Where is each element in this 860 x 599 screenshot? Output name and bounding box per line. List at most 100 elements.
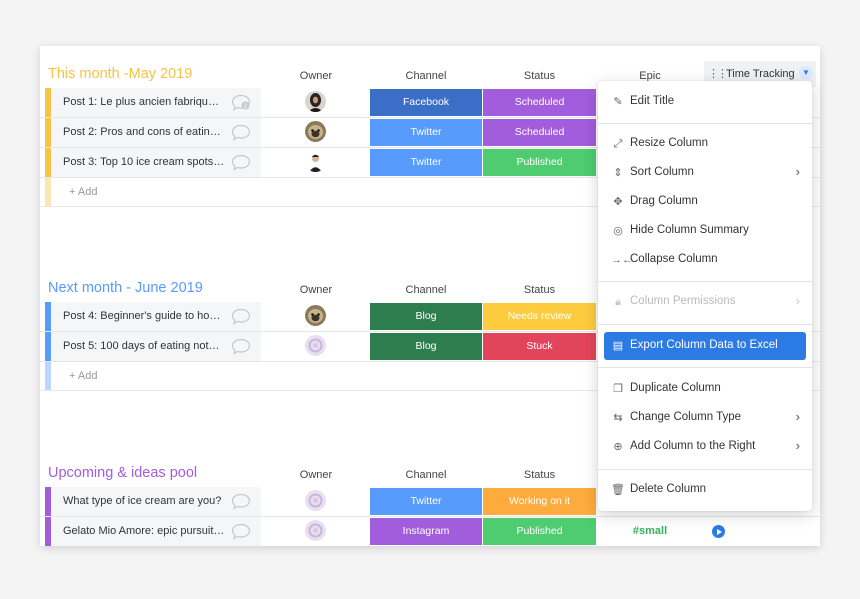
item-name[interactable]: What type of ice cream are you? (63, 495, 225, 507)
owner-cell[interactable] (261, 148, 369, 177)
column-header-channel[interactable]: Channel (370, 284, 482, 296)
menu-item-add-column-right[interactable]: ⊕ Add Column to the Right › (604, 433, 806, 461)
group-title[interactable]: Upcoming & ideas pool (48, 465, 197, 481)
menu-divider (598, 324, 812, 325)
status-cell[interactable]: Working on it (483, 488, 596, 515)
item-name[interactable]: Post 5: 100 days of eating nothing but i… (63, 340, 225, 352)
comment-bubble-icon[interactable] (231, 154, 251, 176)
menu-item-export-column-data[interactable]: ▤ Export Column Data to Excel (604, 332, 806, 360)
owner-cell[interactable] (261, 332, 369, 361)
owner-cell[interactable] (261, 487, 369, 516)
menu-item-label: Hide Column Summary (630, 224, 749, 236)
clipboard-icon: ❐ (613, 383, 623, 395)
menu-item-sort-column[interactable]: ⇕ Sort Column › (604, 159, 806, 187)
channel-cell[interactable]: Blog (370, 303, 482, 330)
channel-cell[interactable]: Instagram (370, 518, 482, 545)
item-name-cell[interactable]: What type of ice cream are you? (51, 487, 261, 516)
channel-cell[interactable]: Blog (370, 333, 482, 360)
time-tracking-cell[interactable] (704, 517, 816, 546)
channel-cell[interactable]: Twitter (370, 119, 482, 146)
owner-cell[interactable] (261, 302, 369, 331)
play-icon[interactable] (712, 525, 725, 538)
column-header-status[interactable]: Status (483, 469, 596, 481)
comment-bubble-icon[interactable] (231, 308, 251, 330)
menu-item-label: Resize Column (630, 137, 708, 149)
column-header-owner[interactable]: Owner (266, 284, 366, 296)
avatar[interactable] (305, 305, 326, 326)
status-cell[interactable]: Needs review (483, 303, 596, 330)
drag-handle-icon[interactable]: ⋮⋮ (708, 67, 728, 80)
column-header-owner[interactable]: Owner (266, 70, 366, 82)
menu-item-collapse-column[interactable]: →← Collapse Column (604, 246, 806, 274)
table-row[interactable]: Gelato Mio Amore: epic pursuit of the pe… (40, 517, 820, 546)
avatar[interactable] (305, 335, 326, 356)
group-title[interactable]: Next month - June 2019 (48, 280, 203, 296)
avatar[interactable] (305, 121, 326, 142)
item-name[interactable]: Gelato Mio Amore: epic pursuit of the pe… (63, 525, 225, 537)
item-name-cell[interactable]: Post 4: Beginner's guide to homemade ice… (51, 302, 261, 331)
group-title[interactable]: This month -May 2019 (48, 66, 192, 82)
channel-cell[interactable]: Twitter (370, 149, 482, 176)
menu-item-label: Column Permissions (630, 295, 736, 307)
comment-bubble-icon[interactable] (231, 124, 251, 146)
comment-bubble-icon[interactable] (231, 523, 251, 545)
menu-item-label: Export Column Data to Excel (630, 339, 778, 351)
owner-cell[interactable] (261, 118, 369, 147)
menu-item-edit-title[interactable]: ✎ Edit Title (604, 88, 806, 116)
menu-item-label: Drag Column (630, 195, 698, 207)
column-header-channel[interactable]: Channel (370, 469, 482, 481)
menu-item-label: Delete Column (630, 483, 707, 495)
sort-icon: ⇕ (613, 167, 623, 179)
item-name-cell[interactable]: Post 3: Top 10 ice cream spots in town (51, 148, 261, 177)
resize-icon: ⤢ (613, 138, 623, 150)
item-name[interactable]: Post 2: Pros and cons of eating ice crea… (63, 126, 225, 138)
chevron-right-icon: › (795, 293, 800, 308)
item-name-cell[interactable]: Gelato Mio Amore: epic pursuit of the pe… (51, 517, 261, 546)
menu-item-label: Collapse Column (630, 253, 718, 265)
avatar[interactable] (305, 151, 326, 172)
status-cell[interactable]: Stuck (483, 333, 596, 360)
epic-cell[interactable]: #small (597, 517, 703, 546)
move-icon: ✥ (613, 196, 623, 208)
comment-bubble-icon[interactable] (231, 338, 251, 360)
menu-item-delete-column[interactable]: 🗑︎ Delete Column (604, 476, 806, 504)
owner-cell[interactable] (261, 517, 369, 546)
lock-icon: 🔒︎ (615, 296, 621, 308)
status-cell[interactable]: Published (483, 518, 596, 545)
collapse-icon: →← (611, 254, 633, 266)
avatar[interactable] (305, 91, 326, 112)
item-name[interactable]: Post 4: Beginner's guide to homemade ice… (63, 310, 225, 322)
status-cell[interactable]: Scheduled (483, 119, 596, 146)
column-header-status[interactable]: Status (483, 70, 596, 82)
add-item-label[interactable]: + Add (69, 370, 97, 382)
item-name[interactable]: Post 3: Top 10 ice cream spots in town (63, 156, 225, 168)
item-name-cell[interactable]: Post 1: Le plus ancien fabriquant de gla… (51, 88, 261, 117)
item-name[interactable]: Post 1: Le plus ancien fabriquant de gla… (63, 96, 225, 108)
comment-bubble-icon[interactable] (231, 493, 251, 515)
status-cell[interactable]: Published (483, 149, 596, 176)
column-header-channel[interactable]: Channel (370, 70, 482, 82)
avatar[interactable] (305, 490, 326, 511)
menu-item-change-column-type[interactable]: ⇆ Change Column Type › (604, 404, 806, 432)
column-context-menu: ✎ Edit Title ⤢ Resize Column ⇕ Sort Colu… (598, 81, 812, 511)
item-name-cell[interactable]: Post 5: 100 days of eating nothing but i… (51, 332, 261, 361)
menu-item-label: Add Column to the Right (630, 440, 756, 452)
avatar[interactable] (305, 520, 326, 541)
owner-cell[interactable] (261, 88, 369, 117)
channel-cell[interactable]: Facebook (370, 89, 482, 116)
menu-item-label: Sort Column (630, 166, 694, 178)
chevron-down-icon[interactable]: ▼ (799, 66, 813, 80)
menu-item-hide-column-summary[interactable]: ◎ Hide Column Summary (604, 217, 806, 245)
comment-bubble-icon[interactable]: 2 (231, 94, 251, 116)
status-cell[interactable]: Scheduled (483, 89, 596, 116)
chevron-right-icon: › (795, 164, 800, 179)
add-item-label[interactable]: + Add (69, 186, 97, 198)
pencil-icon: ✎ (613, 96, 623, 108)
column-header-status[interactable]: Status (483, 284, 596, 296)
menu-item-resize-column[interactable]: ⤢ Resize Column (604, 130, 806, 158)
column-header-owner[interactable]: Owner (266, 469, 366, 481)
menu-item-drag-column[interactable]: ✥ Drag Column (604, 188, 806, 216)
channel-cell[interactable]: Twitter (370, 488, 482, 515)
item-name-cell[interactable]: Post 2: Pros and cons of eating ice crea… (51, 118, 261, 147)
menu-item-duplicate-column[interactable]: ❐ Duplicate Column (604, 375, 806, 403)
